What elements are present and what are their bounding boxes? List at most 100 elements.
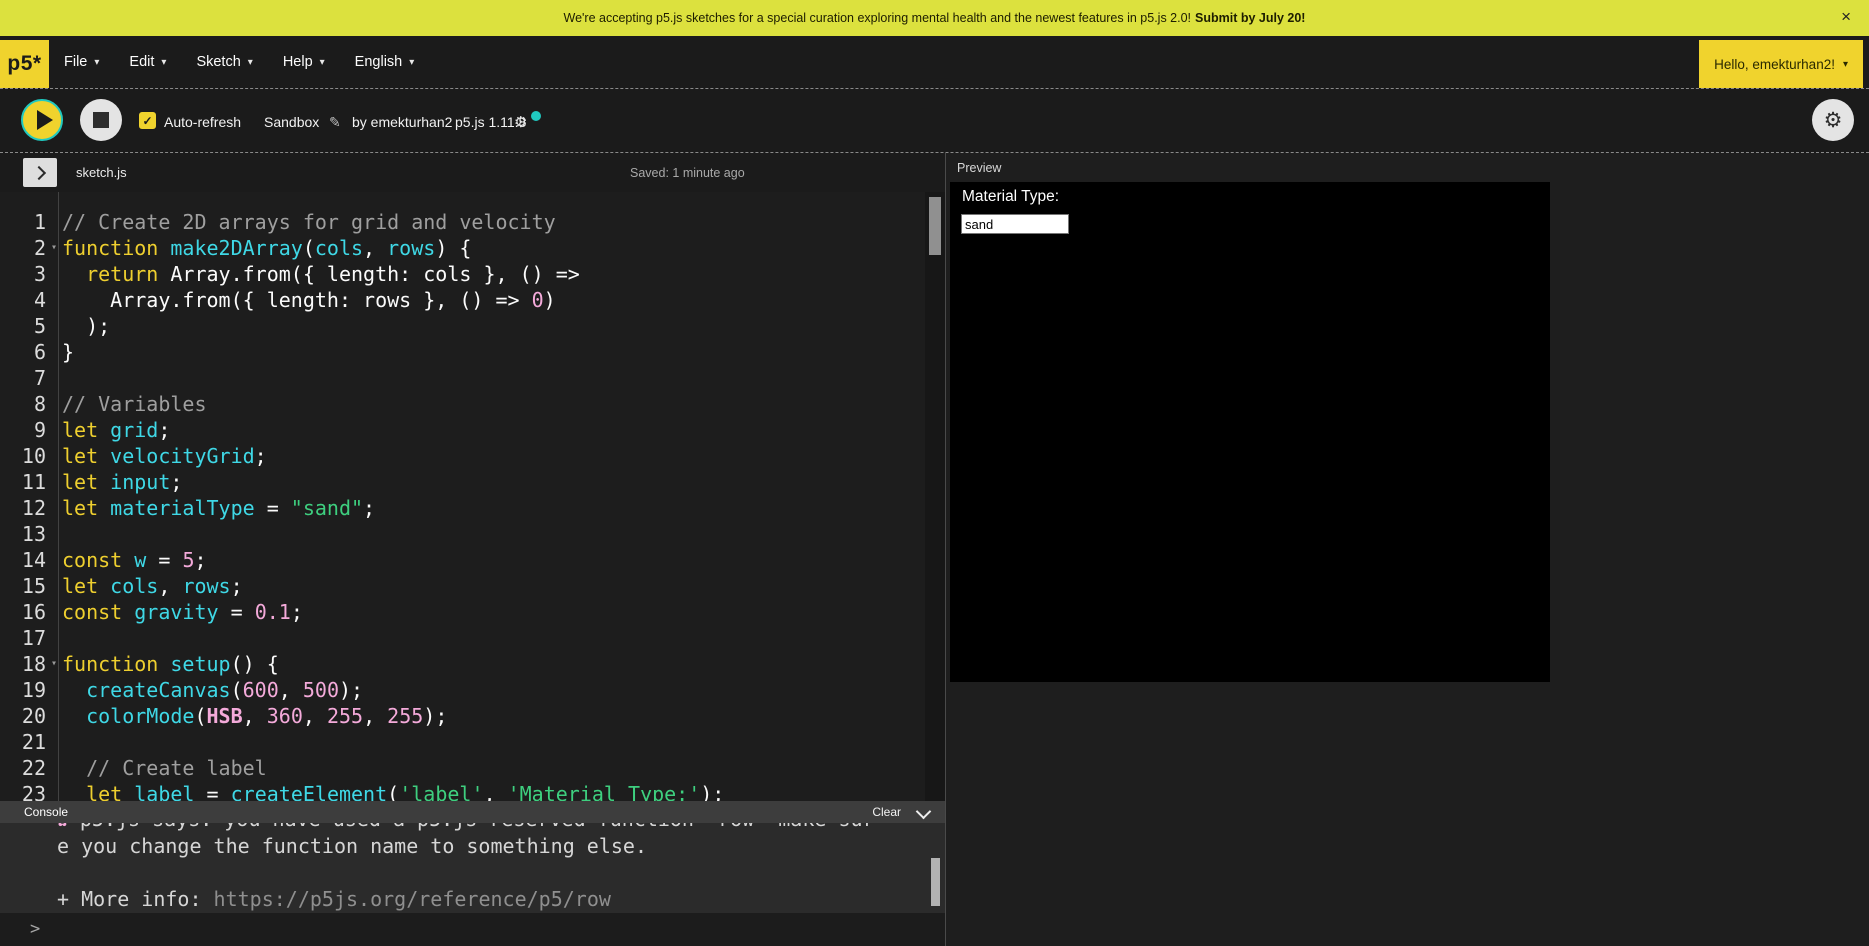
menu-language[interactable]: English▾ <box>355 54 415 70</box>
code-line[interactable]: 2▾function make2DArray(cols, rows) { <box>0 235 945 261</box>
code-token: setup <box>170 652 230 676</box>
code-token <box>98 574 110 598</box>
code-token: ) { <box>435 236 471 260</box>
code-line[interactable]: 6} <box>0 339 945 365</box>
sidebar-expand-button[interactable] <box>23 158 57 187</box>
code-token: velocityGrid <box>110 444 255 468</box>
fold-arrow-icon[interactable]: ▾ <box>46 651 62 677</box>
code-line[interactable]: 15let cols, rows; <box>0 573 945 599</box>
code-line[interactable]: 13 <box>0 521 945 547</box>
code-token <box>62 678 86 702</box>
menu-edit[interactable]: Edit▾ <box>129 54 166 70</box>
code-line[interactable]: 4 Array.from({ length: rows }, () => 0) <box>0 287 945 313</box>
code-line[interactable]: 19 createCanvas(600, 500); <box>0 677 945 703</box>
banner-cta[interactable]: Submit by July 20! <box>1195 11 1305 25</box>
code-line[interactable]: 1// Create 2D arrays for grid and veloci… <box>0 209 945 235</box>
console-collapse-chevron-icon[interactable] <box>916 804 932 820</box>
code-token <box>98 470 110 494</box>
code-token: ; <box>170 470 182 494</box>
console-scrollbar-thumb[interactable] <box>931 858 940 906</box>
code-token <box>122 548 134 572</box>
settings-button[interactable]: ⚙ <box>1812 99 1854 141</box>
editor-scrollbar-track[interactable] <box>925 192 945 801</box>
flower-icon: ✿ <box>57 823 68 831</box>
code-token <box>62 262 86 286</box>
edit-pencil-icon[interactable]: ✎ <box>329 114 341 131</box>
code-token: ( <box>387 782 399 801</box>
play-button[interactable] <box>21 99 63 141</box>
check-icon: ✓ <box>142 114 152 128</box>
user-menu-button[interactable]: Hello, emekturhan2! ▾ <box>1699 40 1863 88</box>
code-line[interactable]: 12let materialType = "sand"; <box>0 495 945 521</box>
stop-button[interactable] <box>80 99 122 141</box>
code-token: function <box>62 236 158 260</box>
code-token: 0 <box>532 288 544 312</box>
code-token: w <box>134 548 146 572</box>
code-line[interactable]: 17 <box>0 625 945 651</box>
fold-arrow-icon[interactable]: ▾ <box>46 235 62 261</box>
code-token: , <box>363 236 387 260</box>
code-line[interactable]: 18▾function setup() { <box>0 651 945 677</box>
code-line[interactable]: 9let grid; <box>0 417 945 443</box>
code-token: ); <box>339 678 363 702</box>
auto-refresh-checkbox[interactable]: ✓ <box>139 112 156 129</box>
code-line[interactable]: 22 // Create label <box>0 755 945 781</box>
line-number: 5 <box>0 313 46 339</box>
code-line[interactable]: 14const w = 5; <box>0 547 945 573</box>
code-token: colorMode <box>86 704 194 728</box>
line-number: 22 <box>0 755 46 781</box>
code-line[interactable]: 8// Variables <box>0 391 945 417</box>
code-line[interactable]: 11let input; <box>0 469 945 495</box>
code-token: createCanvas <box>86 678 231 702</box>
code-token: , <box>484 782 508 801</box>
banner-text: We're accepting p5.js sketches for a spe… <box>564 11 1192 25</box>
code-line[interactable]: 5 ); <box>0 313 945 339</box>
version-gear-icon[interactable]: ⚙ <box>514 113 527 131</box>
code-token: let <box>86 782 122 801</box>
code-line[interactable]: 16const gravity = 0.1; <box>0 599 945 625</box>
code-line[interactable]: 7 <box>0 365 945 391</box>
line-number: 13 <box>0 521 46 547</box>
code-token: ; <box>255 444 267 468</box>
auto-refresh-label[interactable]: Auto-refresh <box>164 114 241 130</box>
line-number: 8 <box>0 391 46 417</box>
material-type-input[interactable] <box>961 214 1069 234</box>
menu-file[interactable]: File▾ <box>64 54 99 70</box>
console-prompt-icon: > <box>30 919 40 939</box>
code-token: rows <box>182 574 230 598</box>
code-editor[interactable]: 1// Create 2D arrays for grid and veloci… <box>0 192 945 801</box>
project-author: by emekturhan2 <box>352 114 452 130</box>
chevron-down-icon: ▾ <box>248 57 253 68</box>
code-token: 5 <box>182 548 194 572</box>
line-number: 2 <box>0 235 46 261</box>
console-line: + More info: https://p5js.org/reference/… <box>57 886 945 913</box>
chevron-right-icon <box>31 165 45 179</box>
code-token: materialType <box>110 496 255 520</box>
code-token <box>62 704 86 728</box>
code-token: () { <box>231 652 279 676</box>
code-token: label <box>134 782 194 801</box>
reference-url[interactable]: https://p5js.org/reference/p5/row <box>214 887 611 911</box>
p5-logo[interactable]: p5* <box>0 40 49 88</box>
code-token: 'Material Type:' <box>508 782 701 801</box>
close-icon[interactable]: × <box>1841 7 1851 27</box>
project-name[interactable]: Sandbox <box>264 114 319 130</box>
menu-sketch[interactable]: Sketch▾ <box>196 54 252 70</box>
code-line[interactable]: 23 let label = createElement('label', 'M… <box>0 781 945 801</box>
code-line[interactable]: 3 return Array.from({ length: cols }, ()… <box>0 261 945 287</box>
console-text: e you change the function name to someth… <box>57 834 647 858</box>
line-number: 15 <box>0 573 46 599</box>
console-clear-button[interactable]: Clear <box>872 805 901 819</box>
sketch-canvas[interactable]: Material Type: <box>950 182 1550 682</box>
code-line[interactable]: 20 colorMode(HSB, 360, 255, 255); <box>0 703 945 729</box>
menu-help[interactable]: Help▾ <box>283 54 325 70</box>
editor-scrollbar-thumb[interactable] <box>929 197 941 255</box>
line-number: 7 <box>0 365 46 391</box>
code-line[interactable]: 10let velocityGrid; <box>0 443 945 469</box>
code-token: const <box>62 600 122 624</box>
code-line[interactable]: 21 <box>0 729 945 755</box>
tab-sketch-js[interactable]: sketch.js <box>76 165 127 180</box>
code-token: Array.from({ length: rows }, () => <box>62 288 532 312</box>
console-line: ✿ p5.js says: you have used a p5.js rese… <box>57 823 945 833</box>
console-input-row[interactable]: > <box>0 913 945 946</box>
